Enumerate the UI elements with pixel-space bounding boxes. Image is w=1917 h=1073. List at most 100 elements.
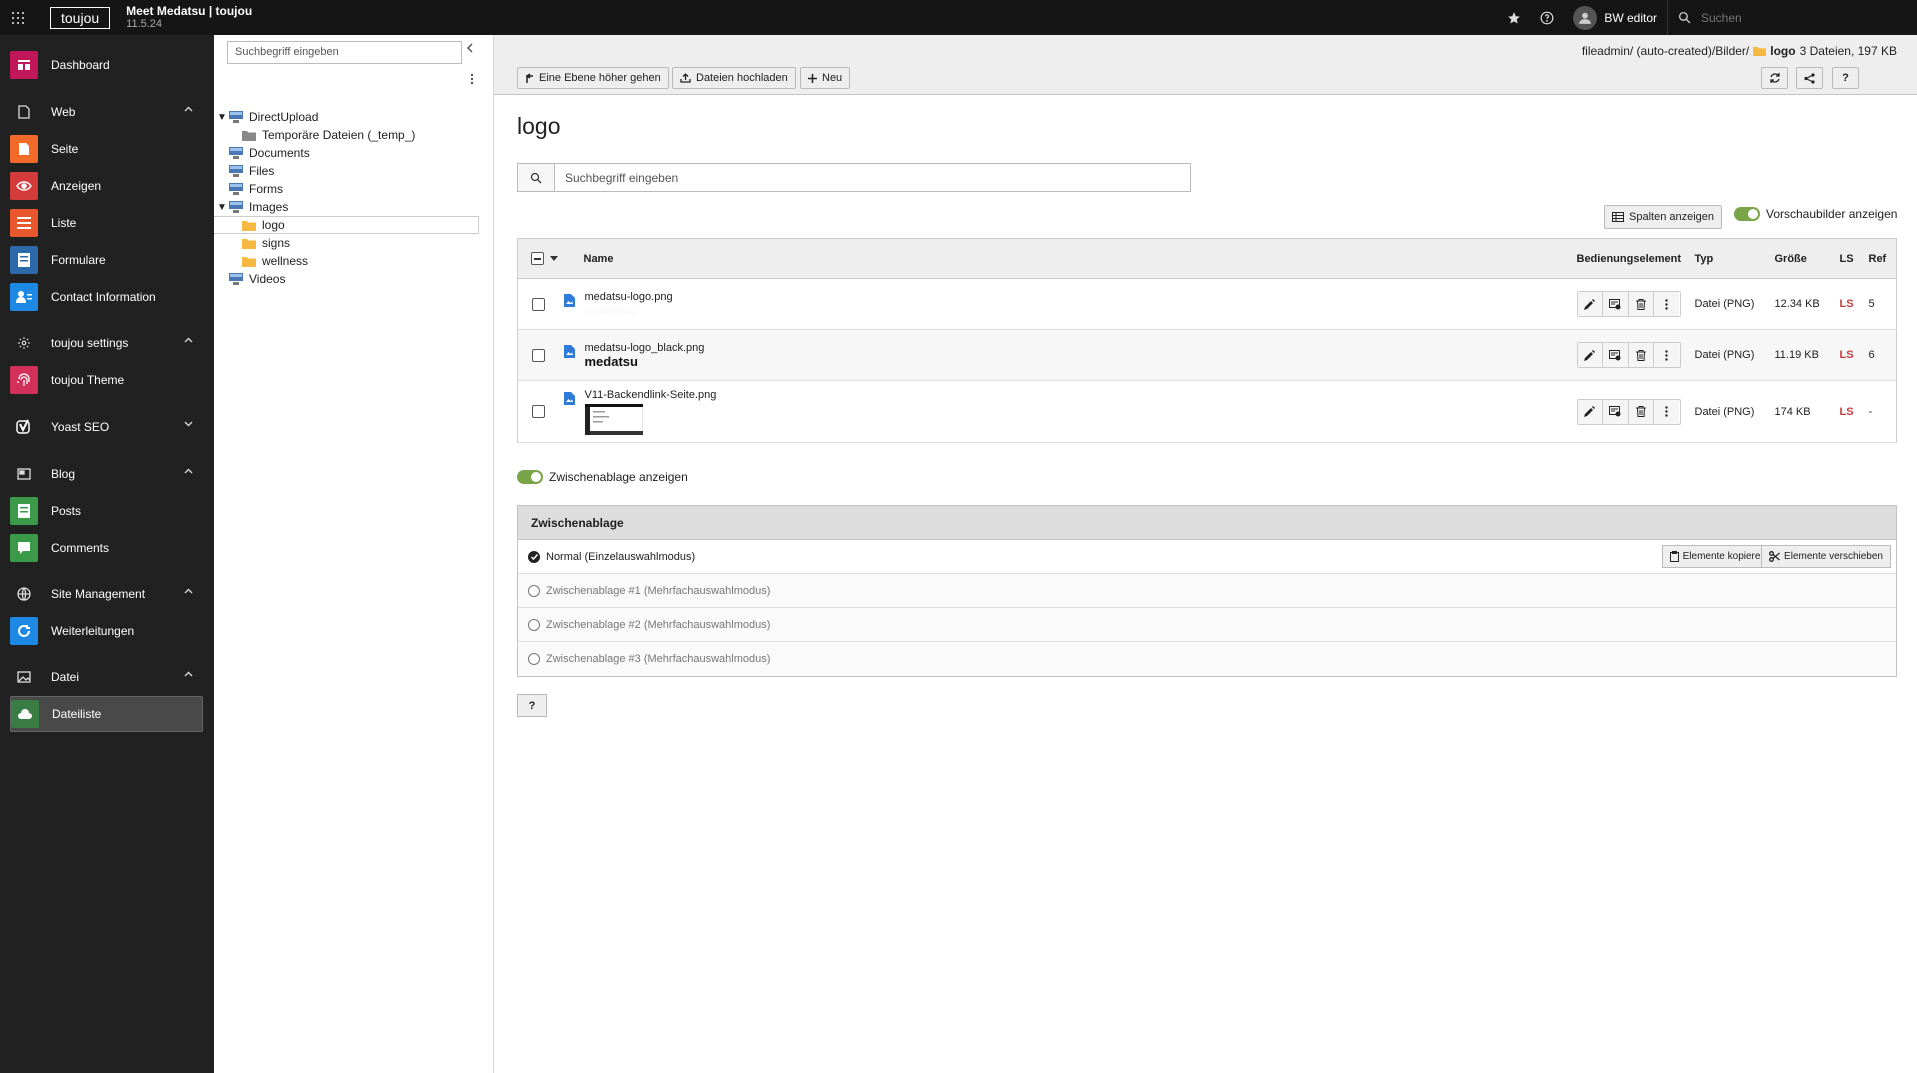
select-all-checkbox[interactable] <box>531 252 544 265</box>
toggle-switch[interactable] <box>1734 207 1760 221</box>
table-row[interactable]: V11-Backendlink-Seite.png Datei (PNG) 17… <box>517 380 1897 443</box>
delete-trash-icon[interactable] <box>1628 399 1654 424</box>
file-name[interactable]: V11-Backendlink-Seite.png <box>585 389 717 401</box>
row-checkbox[interactable] <box>532 405 545 418</box>
bookmark-star-icon[interactable] <box>1497 0 1530 35</box>
more-vertical-icon[interactable] <box>1654 399 1680 424</box>
file-thumbnail[interactable] <box>584 403 717 435</box>
share-button[interactable] <box>1796 67 1823 89</box>
edit-pencil-icon[interactable] <box>1577 292 1603 316</box>
metadata-icon[interactable] <box>1603 343 1629 367</box>
table-row[interactable]: medatsu-logo_black.png medatsu Datei (PN… <box>517 329 1897 381</box>
thumbnail-toggle[interactable]: Vorschaubilder anzeigen <box>1734 207 1897 221</box>
apps-grid-icon[interactable] <box>0 0 35 35</box>
file-thumbnail[interactable]: medatsu <box>585 354 705 369</box>
new-button[interactable]: Neu <box>800 67 851 89</box>
group-site-management[interactable]: Site Management <box>10 576 203 612</box>
clipboard-tab-3[interactable]: Zwischenablage #3 (Mehrfachauswahlmodus) <box>518 642 1896 676</box>
file-search[interactable]: Suchbegriff eingeben <box>517 163 1191 192</box>
module-contact-information[interactable]: Contact Information <box>10 279 203 315</box>
tree-node-images[interactable]: ▼ Images <box>214 198 479 216</box>
ls-badge[interactable]: LS <box>1833 380 1863 443</box>
user-menu[interactable]: BW editor <box>1563 0 1667 35</box>
group-datei[interactable]: Datei <box>10 659 203 695</box>
copy-elements-button[interactable]: Elemente kopieren <box>1661 545 1774 568</box>
level-up-button[interactable]: Eine Ebene höher gehen <box>517 67 669 89</box>
ls-badge[interactable]: LS <box>1833 329 1863 381</box>
group-blog[interactable]: Blog <box>10 456 203 492</box>
delete-trash-icon[interactable] <box>1628 292 1654 316</box>
ref-count[interactable]: - <box>1862 380 1897 443</box>
toggle-switch[interactable] <box>517 470 543 484</box>
clipboard-toggle[interactable]: Zwischenablage anzeigen <box>517 470 688 484</box>
file-name[interactable]: medatsu-logo_black.png <box>585 342 705 354</box>
more-vertical-icon[interactable] <box>1654 343 1680 367</box>
search-icon[interactable] <box>518 164 555 191</box>
reload-button[interactable] <box>1761 67 1788 89</box>
brand-logo[interactable]: toujou <box>50 6 111 29</box>
expand-toggle-icon[interactable]: ▼ <box>217 202 227 213</box>
tree-node-logo[interactable]: logo <box>214 216 479 234</box>
expand-toggle-icon[interactable]: ▼ <box>217 112 227 123</box>
group-toujou-settings[interactable]: toujou settings <box>10 325 203 361</box>
check-circle-icon[interactable] <box>528 550 540 563</box>
tree-node-documents[interactable]: Documents <box>214 144 479 162</box>
module-anzeigen[interactable]: Anzeigen <box>10 168 203 204</box>
module-dateiliste[interactable]: Dateiliste <box>10 696 203 732</box>
table-row[interactable]: medatsu-logo.png medatsu Datei (PNG) 12.… <box>517 278 1897 330</box>
file-thumbnail[interactable]: medatsu <box>585 303 673 318</box>
tree-node-directupload[interactable]: ▼ DirectUpload <box>214 108 479 126</box>
tree-node-videos[interactable]: Videos <box>214 270 479 288</box>
clipboard-tab-1[interactable]: Zwischenablage #1 (Mehrfachauswahlmodus) <box>518 574 1896 608</box>
edit-pencil-icon[interactable] <box>1577 399 1603 424</box>
tree-node-wellness[interactable]: wellness <box>214 252 479 270</box>
module-formulare[interactable]: Formulare <box>10 242 203 278</box>
ls-badge[interactable]: LS <box>1833 278 1863 330</box>
ref-count[interactable]: 5 <box>1862 278 1897 330</box>
tree-search-input[interactable]: Suchbegriff eingeben <box>227 41 462 64</box>
module-weiterleitungen[interactable]: Weiterleitungen <box>10 613 203 649</box>
tree-node-files[interactable]: Files <box>214 162 479 180</box>
module-comments[interactable]: Comments <box>10 530 203 566</box>
tree-node-signs[interactable]: signs <box>214 234 479 252</box>
module-toujou-theme[interactable]: toujou Theme <box>10 362 203 398</box>
tree-node-temp[interactable]: Temporäre Dateien (_temp_) <box>214 126 479 144</box>
radio-circle-icon[interactable] <box>528 584 540 597</box>
col-type[interactable]: Typ <box>1688 238 1769 279</box>
global-search[interactable]: Suchen <box>1667 0 1917 35</box>
radio-circle-icon[interactable] <box>528 618 540 631</box>
chevron-left-icon[interactable] <box>466 43 474 53</box>
file-search-input[interactable]: Suchbegriff eingeben <box>555 164 688 191</box>
group-web[interactable]: Web <box>10 94 203 130</box>
col-name[interactable]: Name <box>577 238 1571 279</box>
row-checkbox[interactable] <box>532 297 545 311</box>
radio-circle-icon[interactable] <box>528 653 540 665</box>
more-vertical-icon[interactable] <box>470 73 474 85</box>
delete-trash-icon[interactable] <box>1628 343 1654 367</box>
more-vertical-icon[interactable] <box>1654 292 1680 316</box>
clipboard-tab-2[interactable]: Zwischenablage #2 (Mehrfachauswahlmodus) <box>518 608 1896 642</box>
select-all-header[interactable] <box>517 238 578 279</box>
caret-down-icon[interactable] <box>550 256 558 261</box>
module-seite[interactable]: Seite <box>10 131 203 167</box>
group-yoast-seo[interactable]: Yoast SEO <box>10 409 203 445</box>
upload-button[interactable]: Dateien hochladen <box>672 67 796 89</box>
col-size[interactable]: Größe <box>1768 238 1834 279</box>
metadata-icon[interactable] <box>1603 399 1629 424</box>
file-type: Datei (PNG) <box>1688 329 1769 381</box>
row-checkbox[interactable] <box>532 348 545 362</box>
module-liste[interactable]: Liste <box>10 205 203 241</box>
ref-count[interactable]: 6 <box>1862 329 1897 381</box>
help-icon[interactable] <box>1530 0 1563 35</box>
tree-node-forms[interactable]: Forms <box>214 180 479 198</box>
metadata-icon[interactable] <box>1603 292 1629 316</box>
clipboard-tab-normal[interactable]: Normal (Einzelauswahlmodus) Elemente kop… <box>518 540 1896 574</box>
module-dashboard[interactable]: Dashboard <box>10 47 203 83</box>
move-elements-button[interactable]: Elemente verschieben <box>1761 545 1891 568</box>
edit-pencil-icon[interactable] <box>1577 343 1603 367</box>
file-name[interactable]: medatsu-logo.png <box>585 291 673 303</box>
module-posts[interactable]: Posts <box>10 493 203 529</box>
help-button[interactable]: ? <box>1832 67 1859 89</box>
context-help-button[interactable]: ? <box>517 694 547 717</box>
show-columns-button[interactable]: Spalten anzeigen <box>1604 205 1723 229</box>
